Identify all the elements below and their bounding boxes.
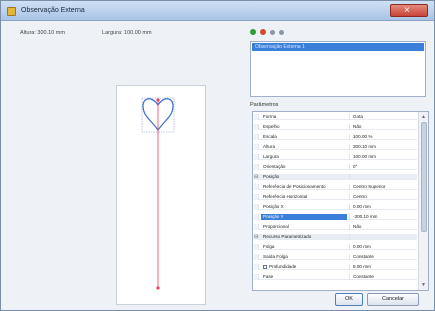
row-gutter — [253, 154, 259, 160]
guide-top-handle[interactable] — [156, 98, 160, 102]
property-name: Posição — [263, 174, 280, 179]
property-name: Saída Folga — [263, 254, 288, 259]
preview-canvas — [141, 97, 175, 290]
close-icon: × — [404, 5, 410, 16]
property-value[interactable]: -300.10 mm — [349, 214, 415, 220]
property-scrollbar[interactable]: ▲ ▼ — [418, 112, 428, 290]
move-down-icon[interactable] — [279, 30, 284, 35]
property-value[interactable]: Não — [349, 224, 415, 230]
property-row[interactable]: Posição X 0.00 mm — [253, 204, 417, 210]
add-icon[interactable] — [250, 29, 256, 35]
property-name: Referência de Posicionamento — [263, 184, 326, 189]
property-name: Folga — [263, 244, 275, 249]
property-value[interactable]: 100.00 % — [349, 134, 415, 140]
property-value[interactable]: Gota — [349, 114, 415, 120]
property-value[interactable]: 0.00 mm — [349, 204, 415, 210]
scrollbar-thumb[interactable] — [421, 122, 427, 232]
property-row[interactable]: Largura 100.00 mm — [253, 154, 417, 160]
width-readout: Largura: 100.00 mm — [102, 30, 152, 36]
property-row[interactable]: Profundidade 8.00 mm — [253, 264, 417, 270]
property-row[interactable]: Posição Y -300.10 mm — [253, 214, 417, 220]
property-row[interactable]: Forma Gota — [253, 114, 417, 120]
property-value[interactable]: 0.00 mm — [349, 244, 415, 250]
row-gutter — [253, 264, 259, 270]
property-row[interactable]: Fase Constante — [253, 274, 417, 280]
property-value — [349, 234, 415, 240]
property-row[interactable]: Saída Folga Constante — [253, 254, 417, 260]
row-gutter — [253, 244, 259, 250]
property-value — [349, 174, 415, 180]
list-item[interactable]: Observação Externa 1 — [252, 43, 424, 51]
row-gutter — [253, 184, 259, 190]
property-row[interactable]: Espelho Não — [253, 124, 417, 130]
property-name: Fase — [263, 274, 274, 279]
ok-button[interactable]: OK — [335, 293, 363, 306]
observation-list: Observação Externa 1 — [250, 41, 426, 97]
property-row[interactable]: Referência de Posicionamento Centro Super… — [253, 184, 417, 190]
close-button[interactable]: × — [390, 4, 428, 17]
property-name: Forma — [263, 114, 277, 119]
property-value[interactable]: Centro — [349, 194, 415, 200]
properties-label: Parâmetros — [250, 102, 279, 108]
window-title: Observação Externa — [21, 7, 85, 14]
property-value[interactable]: Constante — [349, 254, 415, 260]
property-grid: Forma Gota Espelho Não Escala 100.00 % Altura 3… — [252, 111, 429, 291]
property-name: Profundidade — [269, 264, 297, 269]
row-gutter — [253, 254, 259, 260]
row-gutter — [253, 204, 259, 210]
height-readout: Altura: 300.10 mm — [20, 30, 65, 36]
property-name: Proporcional — [263, 224, 289, 229]
collapse-icon[interactable]: ⊟ — [254, 234, 258, 240]
scroll-down-icon[interactable]: ▼ — [421, 282, 426, 288]
row-gutter — [253, 214, 259, 220]
property-name: Recurso Parametrizado — [263, 234, 312, 239]
property-value[interactable]: 8.00 mm — [349, 264, 415, 270]
row-gutter — [253, 144, 259, 150]
property-row[interactable]: Folga 0.00 mm — [253, 244, 417, 250]
property-name: Altura — [263, 144, 276, 149]
dialog-window: Observação Externa × Altura: 300.10 mm L… — [0, 0, 435, 311]
collapse-icon[interactable]: ⊟ — [254, 174, 258, 180]
property-name: Espelho — [263, 124, 280, 129]
property-name: Referência Horizontal — [263, 194, 308, 199]
title-bar: Observação Externa × — [1, 1, 434, 21]
property-row[interactable]: Proporcional Não — [253, 224, 417, 230]
property-name: Orientação — [263, 164, 286, 169]
property-value[interactable]: Constante — [349, 274, 415, 280]
property-value[interactable]: Não — [349, 124, 415, 130]
shape-preview — [116, 85, 206, 305]
row-gutter — [253, 164, 259, 170]
property-row[interactable]: Referência Horizontal Centro — [253, 194, 417, 200]
property-value[interactable]: Centro Superior — [349, 184, 415, 190]
row-gutter — [253, 114, 259, 120]
property-category[interactable]: ⊟ Posição — [253, 174, 417, 180]
property-name: Escala — [263, 134, 277, 139]
row-gutter — [253, 224, 259, 230]
property-value[interactable]: 0° — [349, 164, 415, 170]
guide-bottom-handle[interactable] — [156, 286, 160, 290]
property-row[interactable]: Orientação 0° — [253, 164, 417, 170]
row-gutter — [253, 124, 259, 130]
row-gutter — [253, 134, 259, 140]
property-value[interactable]: 300.10 mm — [349, 144, 415, 150]
row-gutter — [253, 194, 259, 200]
app-icon — [7, 7, 16, 16]
cancel-button[interactable]: Cancelar — [367, 293, 419, 306]
property-name: Posição Y — [261, 214, 347, 220]
property-category[interactable]: ⊟ Recurso Parametrizado — [253, 234, 417, 240]
property-row[interactable]: Altura 300.10 mm — [253, 144, 417, 150]
property-name: Posição X — [263, 204, 284, 209]
remove-icon[interactable] — [260, 29, 266, 35]
row-gutter — [253, 274, 259, 280]
move-up-icon[interactable] — [270, 30, 275, 35]
scroll-up-icon[interactable]: ▲ — [421, 114, 426, 120]
property-row[interactable]: Escala 100.00 % — [253, 134, 417, 140]
property-name: Largura — [263, 154, 279, 159]
property-value[interactable]: 100.00 mm — [349, 154, 415, 160]
